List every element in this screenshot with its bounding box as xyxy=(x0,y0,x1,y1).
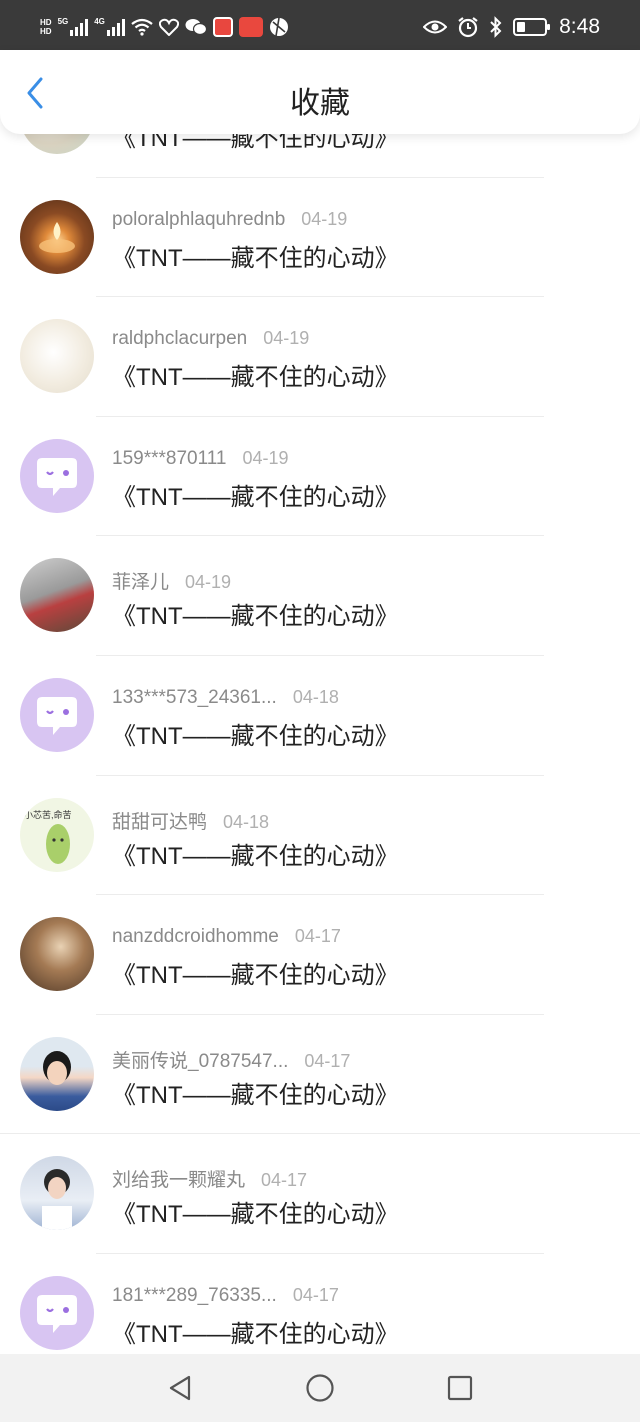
item-date: 04-17 xyxy=(292,1284,339,1305)
item-meta: raldphclacurpen 04-19 xyxy=(112,328,309,350)
item-text: 《TNT——藏不住的心动》 xyxy=(112,842,399,870)
item-meta: nanzddcroidhomme 04-17 xyxy=(112,926,341,948)
avatar xyxy=(20,917,94,992)
page-title: 收藏 xyxy=(290,87,350,120)
default-avatar-icon xyxy=(20,677,94,752)
item-meta: 美丽传说_0787547... 04-17 xyxy=(112,1046,350,1073)
item-author: 刘给我一颗耀丸 xyxy=(112,1170,246,1192)
item-author: 181***289_76335... xyxy=(112,1284,277,1306)
618-badge-icon xyxy=(238,17,263,37)
item-author: poloralphlaquhrednb xyxy=(112,208,286,230)
item-date: 04-19 xyxy=(301,208,348,229)
eye-icon xyxy=(423,20,448,34)
avatar xyxy=(20,1156,94,1231)
list-item[interactable]: 菲泽儿 04-19 《TNT——藏不住的心动》 xyxy=(0,536,640,656)
network-5g-label: 5G xyxy=(57,16,69,26)
item-meta: 181***289_76335... 04-17 xyxy=(112,1285,339,1307)
hd-top-label: HD xyxy=(40,18,52,27)
item-date: 04-19 xyxy=(263,328,310,349)
item-author: nanzddcroidhomme xyxy=(112,926,279,948)
signal-icon-2 xyxy=(106,18,125,36)
triangle-back-icon xyxy=(169,1375,191,1401)
item-text: 《TNT——藏不住的心动》 xyxy=(112,603,399,631)
item-meta: 菲泽儿 04-19 xyxy=(112,567,231,594)
alarm-icon xyxy=(458,17,478,38)
status-bar: HD HD 5G 4G 8:48 xyxy=(0,0,640,50)
list-item[interactable]: 133***573_24361... 04-18 《TNT——藏不住的心动》 xyxy=(0,656,640,776)
status-left: HD HD 5G 4G xyxy=(40,14,289,40)
status-right: 8:48 xyxy=(423,14,600,40)
avatar: 小芯苦,命苦 xyxy=(20,797,94,872)
red-app-icon xyxy=(212,17,233,37)
avatar xyxy=(20,1036,94,1111)
item-text: 《TNT——藏不住的心动》 xyxy=(112,722,399,750)
item-date: 04-18 xyxy=(223,811,270,832)
circle-home-icon xyxy=(306,1374,334,1402)
item-date: 04-19 xyxy=(242,447,289,468)
battery-icon xyxy=(513,18,551,36)
item-text: 《TNT——藏不住的心动》 xyxy=(112,1201,399,1229)
list-item[interactable]: 小芯苦,命苦 甜甜可达鸭 04-18 《TNT——藏不住的心动》 xyxy=(0,776,640,896)
avatar xyxy=(20,319,94,394)
item-date: 04-17 xyxy=(261,1170,308,1191)
app-header: 收藏 xyxy=(0,50,640,134)
nav-home-button[interactable] xyxy=(303,1371,337,1405)
list-item[interactable]: 159***870111 04-19 《TNT——藏不住的心动》 xyxy=(0,417,640,537)
avatar xyxy=(20,558,94,633)
item-author: 甜甜可达鸭 xyxy=(112,811,208,833)
item-text: 《TNT——藏不住的心动》 xyxy=(112,1320,399,1348)
item-meta: 甜甜可达鸭 04-18 xyxy=(112,807,269,834)
item-text: 《TNT——藏不住的心动》 xyxy=(112,483,399,511)
item-date: 04-18 xyxy=(292,686,339,707)
item-meta: 159***870111 04-19 xyxy=(112,448,289,470)
item-author: raldphclacurpen xyxy=(112,328,248,350)
favorites-list: 《TNT——藏不住的心动》 poloralphlaquhrednb 04-19 《… xyxy=(0,58,640,1374)
item-author: 159***870111 xyxy=(112,447,227,469)
item-meta: 133***573_24361... 04-18 xyxy=(112,687,339,709)
network-4g-label: 4G xyxy=(94,16,105,26)
system-nav-bar xyxy=(0,1354,640,1422)
item-text: 《TNT——藏不住的心动》 xyxy=(112,244,399,272)
wechat-icon xyxy=(185,19,207,36)
item-meta: 刘给我一颗耀丸 04-17 xyxy=(112,1165,307,1192)
item-date: 04-17 xyxy=(304,1050,351,1071)
avatar-caption: 小芯苦,命苦 xyxy=(24,809,72,820)
item-author: 133***573_24361... xyxy=(112,686,277,708)
clock-time: 8:48 xyxy=(559,15,600,38)
nav-recents-button[interactable] xyxy=(443,1371,477,1405)
item-author: 菲泽儿 xyxy=(112,572,170,594)
nav-back-button[interactable] xyxy=(163,1371,197,1405)
square-recents-icon xyxy=(447,1375,473,1401)
item-text: 《TNT——藏不住的心动》 xyxy=(112,962,399,990)
wifi-icon xyxy=(131,18,153,36)
item-text: 《TNT——藏不住的心动》 xyxy=(112,1081,399,1109)
default-avatar-icon xyxy=(20,1275,94,1350)
default-avatar-icon xyxy=(20,438,94,513)
item-date: 04-17 xyxy=(294,926,341,947)
candle-image xyxy=(39,221,75,253)
list-item[interactable]: 刘给我一颗耀丸 04-17 《TNT——藏不住的心动》 xyxy=(0,1134,640,1254)
heart-health-icon xyxy=(158,18,179,36)
item-author: 美丽传说_0787547... xyxy=(112,1050,289,1072)
ball-icon xyxy=(269,17,288,37)
item-text: 《TNT——藏不住的心动》 xyxy=(112,364,399,392)
hd-bottom-label: HD xyxy=(40,27,52,36)
list-item[interactable]: nanzddcroidhomme 04-17 《TNT——藏不住的心动》 xyxy=(0,895,640,1015)
item-date: 04-19 xyxy=(185,572,232,593)
list-item[interactable]: poloralphlaquhrednb 04-19 《TNT——藏不住的心动》 xyxy=(0,178,640,298)
bluetooth-icon xyxy=(490,16,502,38)
item-meta: poloralphlaquhrednb 04-19 xyxy=(112,209,347,231)
list-item[interactable]: 美丽传说_0787547... 04-17 《TNT——藏不住的心动》 xyxy=(0,1015,640,1135)
avatar xyxy=(20,199,94,274)
hd-indicator: HD HD xyxy=(40,18,52,36)
list-item[interactable]: raldphclacurpen 04-19 《TNT——藏不住的心动》 xyxy=(0,297,640,417)
signal-icon xyxy=(70,18,89,36)
